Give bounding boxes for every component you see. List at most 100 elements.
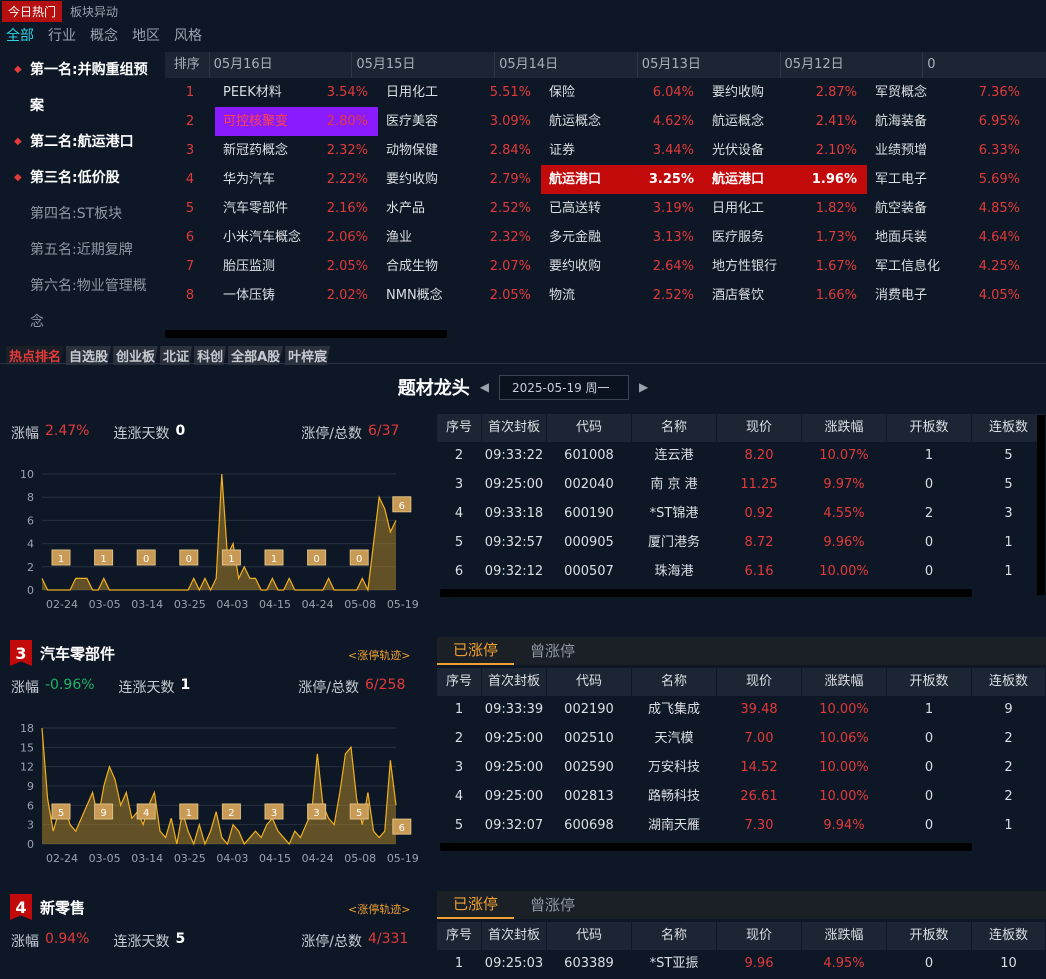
column-header[interactable]: 名称 [632,668,717,696]
rank-item-4[interactable]: 第四名:ST板块 [0,196,163,232]
rank-item-1[interactable]: ◆ 第一名:并购重组预 [0,52,163,88]
column-header[interactable]: 现价 [717,668,802,696]
table-row[interactable]: 5 09:32:07 600698 湖南天雁 7.30 9.94% 0 1 [437,812,1046,841]
sector-cell[interactable]: 保险 6.04% [541,78,704,107]
rank-item-3[interactable]: ◆ 第三名:低价股 [0,160,163,196]
sector-cell[interactable]: 业绩预增 6.33% [867,136,1030,165]
column-header[interactable]: 代码 [547,668,632,696]
sector-cell[interactable]: 新冠药概念 2.32% [215,136,378,165]
date-column-header[interactable]: 05月14日 [494,52,637,78]
filter-industry[interactable]: 行业 [48,25,76,45]
sector-cell[interactable]: 地面兵装 4.64% [867,223,1030,252]
column-header[interactable]: 首次封板 [482,668,547,696]
table-row[interactable]: 5 09:32:57 000905 厦门港务 8.72 9.96% 0 1 [437,529,1046,558]
column-header[interactable]: 连板数 [972,922,1046,950]
table-row[interactable]: 3 09:25:00 002040 南 京 港 11.25 9.97% 0 5 [437,471,1046,500]
sector-cell[interactable]: 航运概念 2.41% [704,107,867,136]
date-column-header[interactable]: 05月13日 [636,52,780,78]
rank-item-2[interactable]: ◆ 第二名:航运港口 [0,124,163,160]
column-header[interactable]: 名称 [632,414,717,442]
table-row[interactable]: 3 09:25:00 002590 万安科技 14.52 10.00% 0 2 [437,754,1046,783]
sector-cell[interactable]: 航运港口 3.25% [541,165,704,194]
prev-date-icon[interactable]: ◀ [480,380,489,394]
sector-cell[interactable]: 华为汽车 2.22% [215,165,378,194]
sector-cell[interactable]: 渔业 2.32% [378,223,541,252]
sector-name[interactable]: 新零售 [40,897,85,918]
column-header[interactable]: 名称 [632,922,717,950]
tab-once-limit-up[interactable]: 曾涨停 [514,892,591,918]
sector-cell[interactable]: 医疗服务 1.73% [704,223,867,252]
sector-cell[interactable]: 军贸概念 7.36% [867,78,1030,107]
sector-cell[interactable]: 要约收购 2.64% [541,252,704,281]
table-row[interactable]: 1 09:33:39 002190 成飞集成 39.48 10.00% 1 9 [437,696,1046,725]
date-column-header[interactable]: 0 [922,52,1046,78]
column-header[interactable]: 开板数 [887,414,972,442]
column-header[interactable]: 开板数 [887,668,972,696]
sector-cell[interactable]: 合成生物 2.07% [378,252,541,281]
sector-cell[interactable]: 军工信息化 4.25% [867,252,1030,281]
sector-cell[interactable]: 动物保健 2.84% [378,136,541,165]
grid-scrollbar[interactable] [165,330,447,338]
sector-cell[interactable]: 航海装备 6.95% [867,107,1030,136]
sector-cell[interactable]: 日用化工 1.82% [704,194,867,223]
sector-cell[interactable]: 要约收购 2.87% [704,78,867,107]
tab-today-hot[interactable]: 今日热门 [2,0,63,22]
column-header[interactable]: 序号 [437,414,482,442]
column-header[interactable]: 连板数 [972,668,1046,696]
sector-cell[interactable]: 航运港口 1.96% [704,165,867,194]
filter-all[interactable]: 全部 [6,25,34,45]
sector-cell[interactable]: 汽车零部件 2.16% [215,194,378,223]
table-scrollbar-3[interactable] [440,843,972,851]
sector-cell[interactable]: 要约收购 2.79% [378,165,541,194]
column-header[interactable]: 序号 [437,668,482,696]
sector-cell[interactable]: 军工电子 5.69% [867,165,1030,194]
filter-style[interactable]: 风格 [174,25,202,45]
sector-cell[interactable]: 已高送转 3.19% [541,194,704,223]
column-header[interactable]: 现价 [717,414,802,442]
sector-cell[interactable]: 小米汽车概念 2.06% [215,223,378,252]
sector-cell[interactable]: 医疗美容 3.09% [378,107,541,136]
filter-region[interactable]: 地区 [132,25,160,45]
next-date-icon[interactable]: ▶ [639,380,648,394]
column-header[interactable]: 涨跌幅 [802,668,887,696]
rank-item-6[interactable]: 第六名:物业管理概 [0,268,163,304]
sector-cell[interactable]: 酒店餐饮 1.66% [704,281,867,310]
column-header[interactable]: 代码 [547,414,632,442]
table-scrollbar-1[interactable] [440,589,972,597]
limit-track-link[interactable]: <涨停轨迹> [348,901,410,917]
vertical-scrollbar[interactable] [1037,415,1045,595]
sector-cell[interactable]: 航空装备 4.85% [867,194,1030,223]
filter-concept[interactable]: 概念 [90,25,118,45]
sector-cell[interactable]: NMN概念 2.05% [378,281,541,310]
table-row[interactable]: 4 09:25:00 002813 路畅科技 26.61 10.00% 0 2 [437,783,1046,812]
date-column-header[interactable]: 05月12日 [779,52,923,78]
column-header[interactable]: 连板数 [972,414,1046,442]
column-header[interactable]: 现价 [717,922,802,950]
column-header[interactable]: 涨跌幅 [802,922,887,950]
sector-cell[interactable]: 物流 2.52% [541,281,704,310]
table-row[interactable]: 2 09:33:22 601008 连云港 8.20 10.07% 1 5 [437,442,1046,471]
sector-cell[interactable]: 日用化工 5.51% [378,78,541,107]
sector-cell[interactable]: 证券 3.44% [541,136,704,165]
sector-cell[interactable]: 水产品 2.52% [378,194,541,223]
sector-cell[interactable]: 多元金融 3.13% [541,223,704,252]
column-header[interactable]: 首次封板 [482,414,547,442]
column-header[interactable]: 代码 [547,922,632,950]
column-header[interactable]: 首次封板 [482,922,547,950]
date-column-header[interactable]: 05月16日 [208,52,352,78]
column-header[interactable]: 开板数 [887,922,972,950]
sector-cell[interactable]: 光伏设备 2.10% [704,136,867,165]
table-row[interactable]: 2 09:25:00 002510 天汽模 7.00 10.06% 0 2 [437,725,1046,754]
tab-limit-up[interactable]: 已涨停 [437,637,515,665]
limit-track-link[interactable]: <涨停轨迹> [348,647,410,663]
rank-item-5[interactable]: 第五名:近期复牌 [0,232,163,268]
sector-cell[interactable]: 航运概念 4.62% [541,107,704,136]
table-row[interactable]: 4 09:33:18 600190 *ST锦港 0.92 4.55% 2 3 [437,500,1046,529]
tab-limit-up[interactable]: 已涨停 [437,891,515,919]
tab-once-limit-up[interactable]: 曾涨停 [514,638,591,664]
table-row[interactable]: 6 09:32:12 000507 珠海港 6.16 10.00% 0 1 [437,558,1046,587]
date-column-header[interactable]: 05月15日 [351,52,494,78]
sector-cell[interactable]: 可控核聚变 2.80% [215,107,378,136]
table-row[interactable]: 1 09:25:03 603389 *ST亚振 9.96 4.95% 0 10 [437,950,1046,979]
sector-cell[interactable]: PEEK材料 3.54% [215,78,378,107]
